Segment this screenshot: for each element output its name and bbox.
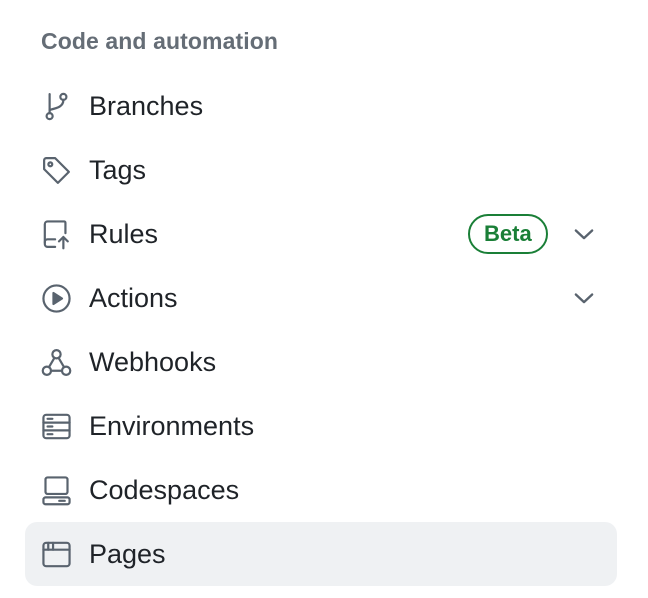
nav-item-label: Pages bbox=[89, 539, 166, 569]
nav-item-pages[interactable]: Pages bbox=[25, 522, 617, 586]
nav-item-rules[interactable]: Rules Beta bbox=[25, 202, 617, 266]
git-branch-icon bbox=[40, 90, 73, 123]
settings-nav: Branches Tags Rules Beta Actions Webhook… bbox=[25, 74, 617, 586]
nav-item-environments[interactable]: Environments bbox=[25, 394, 617, 458]
nav-item-label: Tags bbox=[89, 155, 147, 185]
browser-icon bbox=[40, 538, 73, 571]
repo-push-icon bbox=[40, 218, 73, 251]
nav-item-actions[interactable]: Actions bbox=[25, 266, 617, 330]
nav-item-label: Branches bbox=[89, 91, 204, 121]
nav-item-label: Actions bbox=[89, 283, 178, 313]
nav-item-label: Environments bbox=[89, 411, 255, 441]
play-icon bbox=[40, 282, 73, 315]
beta-badge: Beta bbox=[468, 214, 548, 254]
nav-item-label: Codespaces bbox=[89, 475, 240, 505]
section-heading: Code and automation bbox=[41, 28, 279, 54]
nav-item-codespaces[interactable]: Codespaces bbox=[25, 458, 617, 522]
chevron-down-icon[interactable] bbox=[570, 220, 598, 248]
webhook-icon bbox=[40, 346, 73, 379]
nav-item-webhooks[interactable]: Webhooks bbox=[25, 330, 617, 394]
tag-icon bbox=[40, 154, 73, 187]
nav-item-label: Rules bbox=[89, 219, 159, 249]
nav-item-label: Webhooks bbox=[89, 347, 217, 377]
chevron-down-icon[interactable] bbox=[570, 284, 598, 312]
codespaces-icon bbox=[40, 474, 73, 507]
nav-item-tags[interactable]: Tags bbox=[25, 138, 617, 202]
nav-item-branches[interactable]: Branches bbox=[25, 74, 617, 138]
server-icon bbox=[40, 410, 73, 443]
